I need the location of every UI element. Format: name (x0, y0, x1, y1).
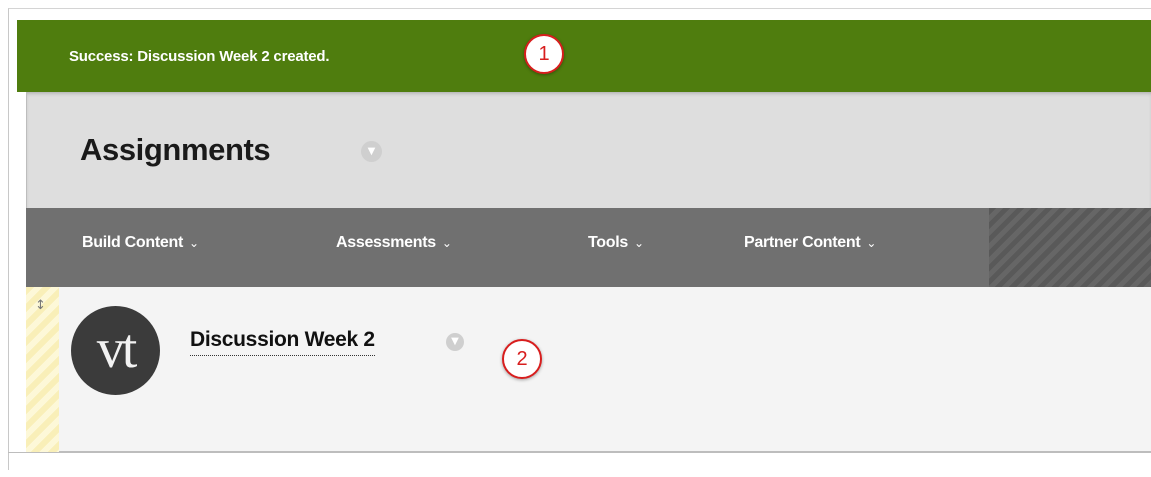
chevron-down-icon: ⌄ (633, 236, 644, 250)
discussion-item-link[interactable]: Discussion Week 2 (190, 328, 375, 356)
partner-content-label: Partner Content (744, 234, 861, 251)
page-title: Assignments (80, 132, 271, 167)
build-content-menu[interactable]: Build Content ⌄ (82, 234, 199, 252)
annotation-callout-1: 1 (524, 34, 564, 74)
vt-logo: vt (71, 306, 160, 395)
annotation-callout-2: 2 (502, 339, 542, 379)
chevron-down-icon: ⌄ (866, 236, 877, 250)
partner-content-menu[interactable]: Partner Content ⌄ (744, 234, 876, 252)
assessments-label: Assessments (336, 234, 436, 251)
assessments-menu[interactable]: Assessments ⌄ (336, 234, 452, 252)
title-options-chevron-icon[interactable]: ▼ (361, 141, 382, 162)
tools-menu[interactable]: Tools ⌄ (588, 234, 644, 252)
build-content-label: Build Content (82, 234, 183, 251)
tools-label: Tools (588, 234, 628, 251)
vertical-resize-icon[interactable]: ↕ (35, 298, 46, 313)
content-list (26, 287, 1151, 452)
success-message: Success: Discussion Week 2 created. (69, 48, 330, 65)
chevron-down-icon: ⌄ (188, 236, 199, 250)
bottom-divider (8, 452, 1151, 453)
item-options-chevron-icon[interactable]: ▼ (446, 333, 464, 351)
action-bar-stripe (989, 208, 1151, 287)
chevron-down-icon: ⌄ (441, 236, 452, 250)
